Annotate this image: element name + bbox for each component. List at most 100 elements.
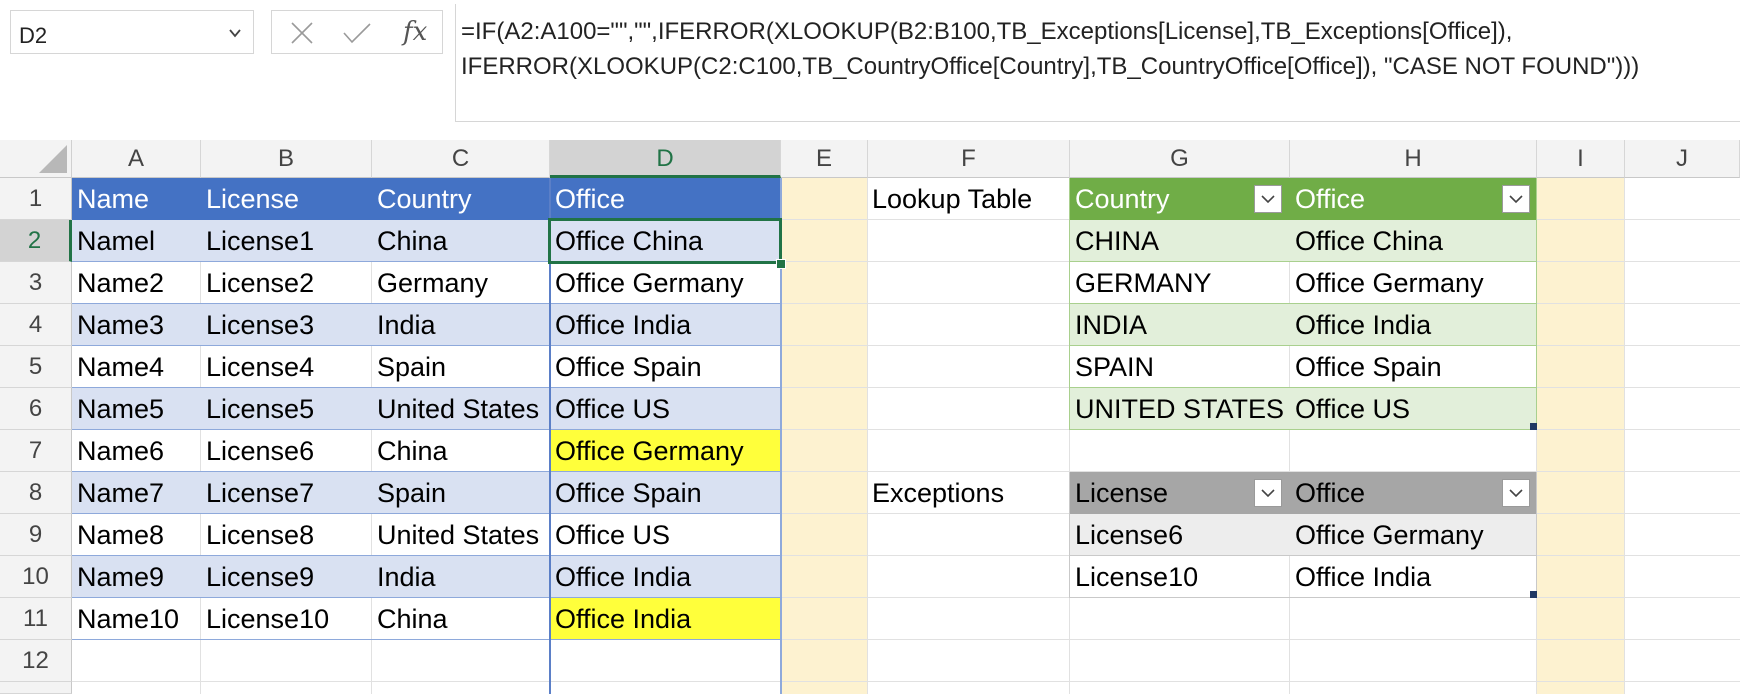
row-header-1[interactable]: 1 xyxy=(0,178,72,220)
lookup-cell[interactable]: Office US xyxy=(1290,388,1537,430)
worksheet-grid[interactable]: Name License Country Office Namel Licens… xyxy=(72,178,1740,694)
insert-function-icon[interactable]: fx xyxy=(403,17,427,47)
column-header-f[interactable]: F xyxy=(868,140,1070,178)
table-cell[interactable]: License6 xyxy=(201,430,372,472)
lookup-cell[interactable]: Office Spain xyxy=(1290,346,1537,388)
formula-input[interactable]: =IF(A2:A100="","",IFERROR(XLOOKUP(B2:B10… xyxy=(455,4,1740,122)
column-header-c[interactable]: C xyxy=(372,140,550,178)
table-resize-handle[interactable] xyxy=(1530,423,1537,430)
column-header-i[interactable]: I xyxy=(1537,140,1625,178)
table-row-line xyxy=(1070,303,1537,304)
table-cell[interactable]: Spain xyxy=(372,346,550,388)
lookup-cell[interactable]: CHINA xyxy=(1070,220,1290,262)
table-cell[interactable]: Office India xyxy=(550,304,781,346)
highlighted-cell[interactable]: Office India xyxy=(550,598,781,640)
table-cell[interactable]: Name2 xyxy=(72,262,201,304)
filter-dropdown-button[interactable] xyxy=(1502,185,1530,213)
column-header-h[interactable]: H xyxy=(1290,140,1537,178)
table-header-cell[interactable]: Country xyxy=(372,178,550,220)
table-cell[interactable]: License2 xyxy=(201,262,372,304)
table-cell[interactable]: United States xyxy=(372,388,550,430)
select-all-button[interactable] xyxy=(0,140,72,178)
table-cell[interactable]: Office China xyxy=(550,220,781,262)
table-cell[interactable]: China xyxy=(372,598,550,640)
lookup-cell[interactable]: UNITED STATES xyxy=(1070,388,1290,430)
table-cell[interactable]: Office US xyxy=(550,514,781,556)
row-header-2[interactable]: 2 xyxy=(0,220,72,262)
table-cell[interactable]: Germany xyxy=(372,262,550,304)
name-box[interactable]: D2 xyxy=(10,10,254,54)
table-cell[interactable]: Name10 xyxy=(72,598,201,640)
row-header-9[interactable]: 9 xyxy=(0,514,72,556)
table-cell[interactable]: India xyxy=(372,556,550,598)
row-header-12[interactable]: 12 xyxy=(0,640,72,682)
row-header-7[interactable]: 7 xyxy=(0,430,72,472)
table-cell[interactable]: Name6 xyxy=(72,430,201,472)
table-cell[interactable]: License4 xyxy=(201,346,372,388)
checkmark-icon[interactable] xyxy=(342,21,372,45)
filter-dropdown-button[interactable] xyxy=(1254,185,1282,213)
table-cell[interactable]: India xyxy=(372,304,550,346)
table-cell[interactable]: License8 xyxy=(201,514,372,556)
highlighted-cell[interactable]: Office Germany xyxy=(550,430,781,472)
table-cell[interactable]: Office Spain xyxy=(550,472,781,514)
table-cell[interactable]: License9 xyxy=(201,556,372,598)
table-cell[interactable]: Office India xyxy=(550,556,781,598)
table-cell[interactable]: China xyxy=(372,430,550,472)
column-header-a[interactable]: A xyxy=(72,140,201,178)
filter-dropdown-button[interactable] xyxy=(1502,479,1530,507)
table-cell[interactable]: Name3 xyxy=(72,304,201,346)
column-header-e[interactable]: E xyxy=(781,140,868,178)
table-cell[interactable]: Name5 xyxy=(72,388,201,430)
lookup-cell[interactable]: INDIA xyxy=(1070,304,1290,346)
lookup-cell[interactable]: Office India xyxy=(1290,304,1537,346)
table-cell[interactable]: Name7 xyxy=(72,472,201,514)
row-header-4[interactable]: 4 xyxy=(0,304,72,346)
table-header-cell[interactable]: License xyxy=(201,178,372,220)
row-header-3[interactable]: 3 xyxy=(0,262,72,304)
table-header-cell[interactable]: Name xyxy=(72,178,201,220)
exceptions-cell[interactable]: License6 xyxy=(1070,514,1290,556)
row-header-8[interactable]: 8 xyxy=(0,472,72,514)
exceptions-cell[interactable]: Office India xyxy=(1290,556,1537,598)
table-cell[interactable]: Office Spain xyxy=(550,346,781,388)
column-header-g[interactable]: G xyxy=(1070,140,1290,178)
table-cell[interactable]: China xyxy=(372,220,550,262)
exceptions-header-cell[interactable]: Office xyxy=(1290,472,1537,514)
column-header-d[interactable]: D xyxy=(550,140,781,178)
table-cell[interactable]: License7 xyxy=(201,472,372,514)
table-header-cell[interactable]: Office xyxy=(550,178,781,220)
fill-handle[interactable] xyxy=(776,259,786,269)
table-cell[interactable]: Office Germany xyxy=(550,262,781,304)
row-header-13[interactable]: 13 xyxy=(0,682,72,694)
lookup-header-cell[interactable]: Office xyxy=(1290,178,1537,220)
table-cell[interactable]: License5 xyxy=(201,388,372,430)
chevron-down-icon[interactable] xyxy=(227,25,243,41)
cancel-icon[interactable] xyxy=(290,21,314,45)
lookup-cell[interactable]: GERMANY xyxy=(1070,262,1290,304)
table-cell[interactable]: License1 xyxy=(201,220,372,262)
table-cell[interactable]: License3 xyxy=(201,304,372,346)
table-cell[interactable]: Spain xyxy=(372,472,550,514)
exceptions-cell[interactable]: Office Germany xyxy=(1290,514,1537,556)
table-cell[interactable]: License10 xyxy=(201,598,372,640)
exceptions-cell[interactable]: License10 xyxy=(1070,556,1290,598)
table-cell[interactable]: United States xyxy=(372,514,550,556)
filter-dropdown-button[interactable] xyxy=(1254,479,1282,507)
table-cell[interactable]: Name9 xyxy=(72,556,201,598)
row-header-11[interactable]: 11 xyxy=(0,598,72,640)
table-cell[interactable]: Name4 xyxy=(72,346,201,388)
row-header-6[interactable]: 6 xyxy=(0,388,72,430)
table-cell[interactable]: Name8 xyxy=(72,514,201,556)
lookup-cell[interactable]: Office China xyxy=(1290,220,1537,262)
lookup-cell[interactable]: SPAIN xyxy=(1070,346,1290,388)
row-header-10[interactable]: 10 xyxy=(0,556,72,598)
table-row-line xyxy=(72,387,781,388)
column-header-j[interactable]: J xyxy=(1625,140,1740,178)
table-resize-handle[interactable] xyxy=(1530,591,1537,598)
lookup-cell[interactable]: Office Germany xyxy=(1290,262,1537,304)
table-cell[interactable]: Namel xyxy=(72,220,201,262)
row-header-5[interactable]: 5 xyxy=(0,346,72,388)
table-cell[interactable]: Office US xyxy=(550,388,781,430)
column-header-b[interactable]: B xyxy=(201,140,372,178)
